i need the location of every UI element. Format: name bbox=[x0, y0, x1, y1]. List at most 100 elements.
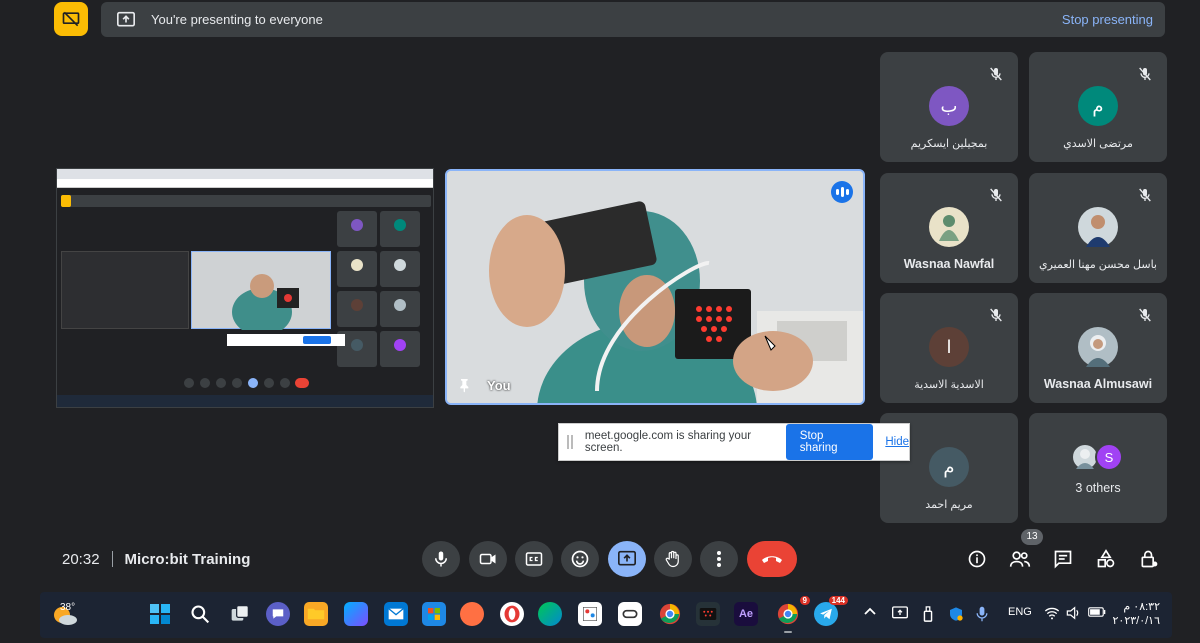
hang-up-icon bbox=[762, 556, 782, 563]
teams-chat-icon[interactable] bbox=[266, 602, 290, 626]
avatar: S bbox=[1095, 443, 1123, 471]
volume-icon[interactable] bbox=[1066, 606, 1082, 623]
meeting-clock: 20:32 bbox=[62, 550, 100, 568]
shared-screen-preview bbox=[56, 168, 434, 408]
participant-name: مرتضى الاسدي bbox=[1063, 138, 1133, 150]
participant-name: مريم احمد bbox=[925, 499, 973, 511]
camera-button[interactable] bbox=[469, 541, 507, 577]
emoji-icon bbox=[571, 550, 589, 568]
participant-tile[interactable]: باسل محسن مهنا العميري bbox=[1029, 173, 1167, 283]
participant-name: Wasnaa Almusawi bbox=[1043, 377, 1153, 391]
paint-icon[interactable] bbox=[578, 602, 602, 626]
present-screen-icon bbox=[115, 9, 137, 31]
wifi-icon[interactable] bbox=[1044, 606, 1060, 623]
mic-off-icon bbox=[988, 307, 1004, 323]
chrome-icon[interactable]: 9 bbox=[776, 596, 810, 633]
microphone-button[interactable] bbox=[422, 541, 460, 577]
chat-icon[interactable] bbox=[1051, 547, 1075, 571]
task-view-icon[interactable] bbox=[228, 602, 252, 626]
host-controls-icon[interactable] bbox=[1137, 547, 1161, 571]
camera-icon bbox=[479, 553, 496, 565]
speaking-indicator-icon bbox=[831, 181, 853, 203]
presenting-banner: You're presenting to everyone Stop prese… bbox=[101, 2, 1165, 37]
screen-share-notification: meet.google.com is sharing your screen. … bbox=[558, 423, 910, 461]
mic-off-icon bbox=[1137, 187, 1153, 203]
participant-count-badge: 13 bbox=[1021, 529, 1043, 545]
telegram-badge: 144 bbox=[828, 596, 848, 605]
mail-icon[interactable] bbox=[384, 602, 408, 626]
avatar: م bbox=[929, 447, 969, 487]
reactions-button[interactable] bbox=[561, 541, 599, 577]
leave-call-button[interactable] bbox=[747, 541, 797, 577]
raise-hand-button[interactable] bbox=[654, 541, 692, 577]
drag-handle-icon[interactable] bbox=[567, 435, 573, 449]
defender-icon[interactable] bbox=[948, 606, 964, 625]
participant-name: Wasnaa Nawfal bbox=[903, 257, 995, 271]
after-effects-icon[interactable]: Ae bbox=[734, 602, 758, 626]
mic-off-icon bbox=[988, 187, 1004, 203]
presenting-message: You're presenting to everyone bbox=[151, 12, 323, 27]
present-screen-icon bbox=[618, 550, 636, 566]
battery-icon[interactable] bbox=[1088, 606, 1106, 621]
mic-off-icon bbox=[988, 66, 1004, 82]
windows-taskbar: 38° Ae 9 144 ENG ٠٨:٣٢ م ٢٠٢٣/٠/١٦ bbox=[40, 592, 1172, 638]
search-icon[interactable] bbox=[188, 602, 212, 626]
telegram-icon[interactable]: 144 bbox=[814, 596, 848, 626]
people-icon[interactable] bbox=[1008, 547, 1032, 571]
avatar: ا bbox=[929, 327, 969, 367]
language-indicator[interactable]: ENG bbox=[1008, 606, 1032, 618]
stop-sharing-button[interactable]: Stop sharing bbox=[785, 424, 874, 460]
avatar: ب bbox=[929, 86, 969, 126]
participant-tile[interactable]: Wasnaa Nawfal bbox=[880, 173, 1018, 283]
avatar: م bbox=[1078, 86, 1118, 126]
more-options-button[interactable] bbox=[700, 541, 738, 577]
usb-icon[interactable] bbox=[922, 606, 934, 625]
opera-icon[interactable] bbox=[500, 602, 524, 626]
chevron-up-icon[interactable] bbox=[864, 606, 876, 619]
presenting-status-icon bbox=[54, 2, 88, 36]
participant-tile[interactable]: Wasnaa Almusawi bbox=[1029, 293, 1167, 403]
activities-icon[interactable] bbox=[1094, 547, 1118, 571]
share-notice-text: meet.google.com is sharing your screen. bbox=[584, 430, 752, 454]
self-name-label: You bbox=[487, 378, 511, 393]
avatar-photo bbox=[929, 207, 969, 247]
chrome-badge: 9 bbox=[799, 596, 810, 605]
participant-tile[interactable]: ب بمجيلين ايسكريم bbox=[880, 52, 1018, 162]
mic-off-icon bbox=[1137, 66, 1153, 82]
captions-button[interactable] bbox=[515, 541, 553, 577]
hide-notification-link[interactable]: Hide bbox=[885, 436, 909, 448]
chrome-profile-icon[interactable] bbox=[658, 602, 682, 626]
hand-icon bbox=[665, 550, 679, 568]
participant-tile[interactable]: م مرتضى الاسدي bbox=[1029, 52, 1167, 162]
system-clock[interactable]: ٠٨:٣٢ م ٢٠٢٣/٠/١٦ bbox=[1113, 600, 1160, 628]
meeting-title: Micro:bit Training bbox=[124, 550, 251, 568]
pin-icon[interactable] bbox=[457, 377, 473, 393]
temperature-label: 38° bbox=[60, 602, 76, 613]
clock-date: ٢٠٢٣/٠/١٦ bbox=[1112, 615, 1160, 627]
mic-off-icon bbox=[1137, 307, 1153, 323]
microbit-app-icon[interactable] bbox=[696, 602, 720, 626]
meeting-details-icon[interactable] bbox=[965, 547, 989, 571]
screen-share-tray-icon[interactable] bbox=[892, 606, 908, 623]
participant-tile[interactable]: ا الاسدية الاسدية bbox=[880, 293, 1018, 403]
link-app-icon[interactable] bbox=[618, 602, 642, 626]
file-explorer-icon[interactable] bbox=[304, 602, 328, 626]
copilot-icon[interactable] bbox=[344, 602, 368, 626]
participant-name: الاسدية الاسدية bbox=[914, 379, 984, 391]
meeting-info: 20:32 Micro:bit Training bbox=[62, 548, 250, 570]
firefox-icon[interactable] bbox=[460, 602, 484, 626]
self-video-tile[interactable]: You bbox=[445, 169, 865, 405]
avatar-photo bbox=[1078, 327, 1118, 367]
microphone-tray-icon[interactable] bbox=[976, 606, 988, 625]
present-now-button[interactable] bbox=[608, 541, 646, 577]
others-tile[interactable]: S 3 others bbox=[1029, 413, 1167, 523]
edge-icon[interactable] bbox=[538, 602, 562, 626]
store-icon[interactable] bbox=[422, 602, 446, 626]
avatar-photo bbox=[1078, 207, 1118, 247]
microphone-icon bbox=[435, 551, 447, 567]
captions-icon bbox=[525, 552, 543, 566]
more-vert-icon bbox=[717, 551, 721, 567]
start-icon[interactable] bbox=[148, 602, 172, 626]
participant-name: باسل محسن مهنا العميري bbox=[1038, 259, 1157, 271]
stop-presenting-button[interactable]: Stop presenting bbox=[1062, 12, 1153, 27]
